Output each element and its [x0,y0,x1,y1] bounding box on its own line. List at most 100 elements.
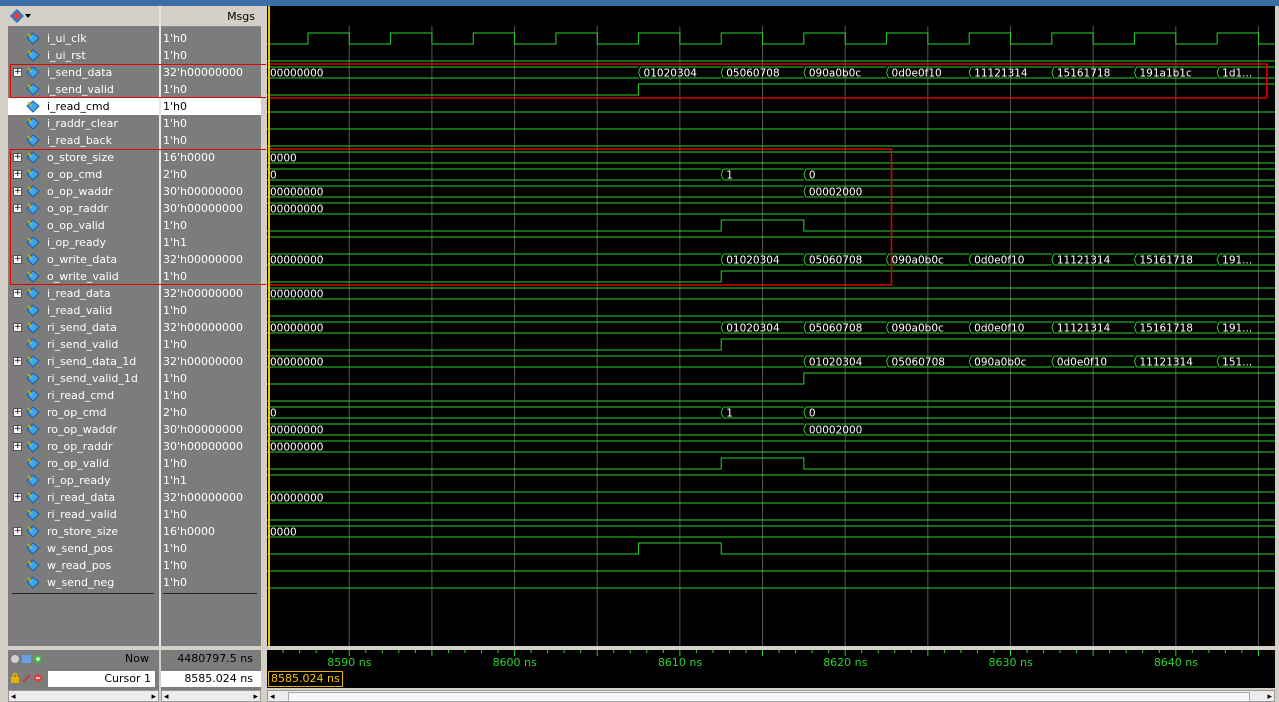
signal-row[interactable]: ri_send_valid [8,336,159,353]
signal-value-row[interactable]: 2'h0 [161,404,261,421]
signal-value-row[interactable]: 1'h0 [161,115,261,132]
scroll-left-icon[interactable]: ◂ [11,692,16,702]
signal-row[interactable]: + o_store_size [8,149,159,166]
signal-row[interactable]: ri_send_valid_1d [8,370,159,387]
signal-name-pane[interactable]: i_ui_clk i_ui_rst + i_send_data i_send_valid… [8,6,159,646]
signal-row[interactable]: i_ui_rst [8,47,159,64]
signal-value-row[interactable]: 30'h00000000 [161,421,261,438]
expand-icon[interactable]: + [13,289,22,298]
cursor-tool-icon[interactable] [10,653,46,665]
signal-value-row[interactable]: 30'h00000000 [161,438,261,455]
signal-value-row[interactable]: 1'h0 [161,506,261,523]
signal-row[interactable]: i_ui_clk [8,30,159,47]
signal-value-row[interactable]: 1'h0 [161,370,261,387]
signal-row[interactable]: ri_read_valid [8,506,159,523]
signal-row[interactable]: i_op_ready [8,234,159,251]
cursor-time-label[interactable]: 8585.024 ns [268,671,343,687]
signal-row[interactable]: i_read_back [8,132,159,149]
signal-row[interactable]: ri_read_cmd [8,387,159,404]
signal-row[interactable]: + ro_op_cmd [8,404,159,421]
signal-row[interactable]: o_op_valid [8,217,159,234]
cursor-bar[interactable]: 8585.024 ns [267,670,1275,688]
expand-icon[interactable]: + [13,204,22,213]
signal-row[interactable]: o_write_valid [8,268,159,285]
signal-value-row[interactable]: 32'h00000000 [161,353,261,370]
signal-row[interactable]: + ri_send_data [8,319,159,336]
expand-icon[interactable]: + [13,170,22,179]
expand-icon[interactable]: + [13,527,22,536]
expand-icon[interactable]: + [13,255,22,264]
vertical-scrollbar[interactable] [1275,6,1279,646]
signal-value-row[interactable]: 1'h1 [161,472,261,489]
signal-value-row[interactable]: 1'h1 [161,234,261,251]
signal-row[interactable]: + o_op_raddr [8,200,159,217]
signal-row[interactable]: i_read_valid [8,302,159,319]
expand-icon[interactable]: + [13,68,22,77]
expand-icon[interactable]: + [13,323,22,332]
signal-value-row[interactable]: 1'h0 [161,268,261,285]
signal-value-row[interactable]: 1'h0 [161,336,261,353]
signal-value-row[interactable]: 1'h0 [161,557,261,574]
signal-row[interactable]: + ro_store_size [8,523,159,540]
signal-row[interactable]: ri_op_ready [8,472,159,489]
waveform-canvas[interactable]: 00000000 01020304 05060708 090a0b0c 0d0e0f10… [267,6,1275,646]
expand-icon[interactable]: + [13,357,22,366]
cursor-row-icons[interactable] [10,672,46,687]
expand-icon[interactable]: + [13,408,22,417]
signal-row[interactable]: ro_op_valid [8,455,159,472]
expand-icon[interactable]: + [13,187,22,196]
signal-value-row[interactable]: 1'h0 [161,98,261,115]
expand-icon[interactable]: + [13,153,22,162]
signal-value-row[interactable]: 32'h00000000 [161,64,261,81]
signal-value-row[interactable]: 1'h0 [161,30,261,47]
signal-row[interactable]: + i_read_data [8,285,159,302]
scroll-right-icon[interactable]: ▸ [1267,692,1272,702]
expand-icon[interactable]: + [13,493,22,502]
signal-row[interactable]: + o_op_waddr [8,183,159,200]
scroll-left-icon[interactable]: ◂ [164,692,169,702]
signal-value-row[interactable]: 1'h0 [161,540,261,557]
signal-row[interactable]: + o_op_cmd [8,166,159,183]
signal-value-row[interactable]: 1'h0 [161,574,261,591]
signal-value-row[interactable]: 32'h00000000 [161,489,261,506]
signal-value-row[interactable]: 30'h00000000 [161,183,261,200]
signal-row[interactable]: + ri_read_data [8,489,159,506]
signal-value-row[interactable]: 2'h0 [161,166,261,183]
signal-value-row[interactable]: 30'h00000000 [161,200,261,217]
signal-value-row[interactable]: 32'h00000000 [161,319,261,336]
value-pane-scrollbar[interactable]: ◂ ▸ [161,690,261,702]
lock-icon[interactable] [10,672,46,684]
signal-row[interactable]: + ri_send_data_1d [8,353,159,370]
cursor-name-field[interactable]: Cursor 1 [48,671,155,687]
signal-value-row[interactable]: 1'h0 [161,455,261,472]
scroll-right-icon[interactable]: ▸ [253,692,258,702]
scroll-left-icon[interactable]: ◂ [270,692,275,702]
signal-row[interactable]: w_read_pos [8,557,159,574]
signal-value-row[interactable]: 1'h0 [161,81,261,98]
horizontal-scrollbars[interactable]: ◂ ▸ ◂ ▸ ◂ ▸ [0,690,1279,702]
signal-row[interactable]: + i_send_data [8,64,159,81]
signal-row[interactable]: i_read_cmd [8,98,159,115]
expand-icon[interactable]: + [13,442,22,451]
signal-row[interactable]: + ro_op_waddr [8,421,159,438]
signal-value-row[interactable]: 1'h0 [161,47,261,64]
signal-row[interactable]: + o_write_data [8,251,159,268]
signal-value-row[interactable]: 1'h0 [161,302,261,319]
scroll-right-icon[interactable]: ▸ [151,692,156,702]
value-pane[interactable]: Msgs 1'h0 1'h0 32'h00000000 1'h0 1'h0 1'h0 1'h… [161,6,261,646]
signal-value-row[interactable]: 1'h0 [161,217,261,234]
signal-pane-scrollbar[interactable]: ◂ ▸ [8,690,159,702]
signal-row[interactable]: + ro_op_raddr [8,438,159,455]
signal-row[interactable]: w_send_neg [8,574,159,591]
signal-value-row[interactable]: 1'h0 [161,132,261,149]
signal-row[interactable]: i_send_valid [8,81,159,98]
waveform-scrollbar[interactable]: ◂ ▸ [267,690,1275,702]
expand-icon[interactable]: + [13,425,22,434]
signal-value-row[interactable]: 16'h0000 [161,523,261,540]
wave-toolbar-icon[interactable] [10,8,32,24]
now-toolbar-icons[interactable] [10,653,46,668]
signal-value-row[interactable]: 32'h00000000 [161,251,261,268]
scroll-thumb[interactable] [288,692,1250,702]
signal-value-row[interactable]: 1'h0 [161,387,261,404]
time-ruler[interactable]: 8590 ns 8600 ns 8610 ns 8620 ns 8630 ns 8640 … [267,650,1275,670]
